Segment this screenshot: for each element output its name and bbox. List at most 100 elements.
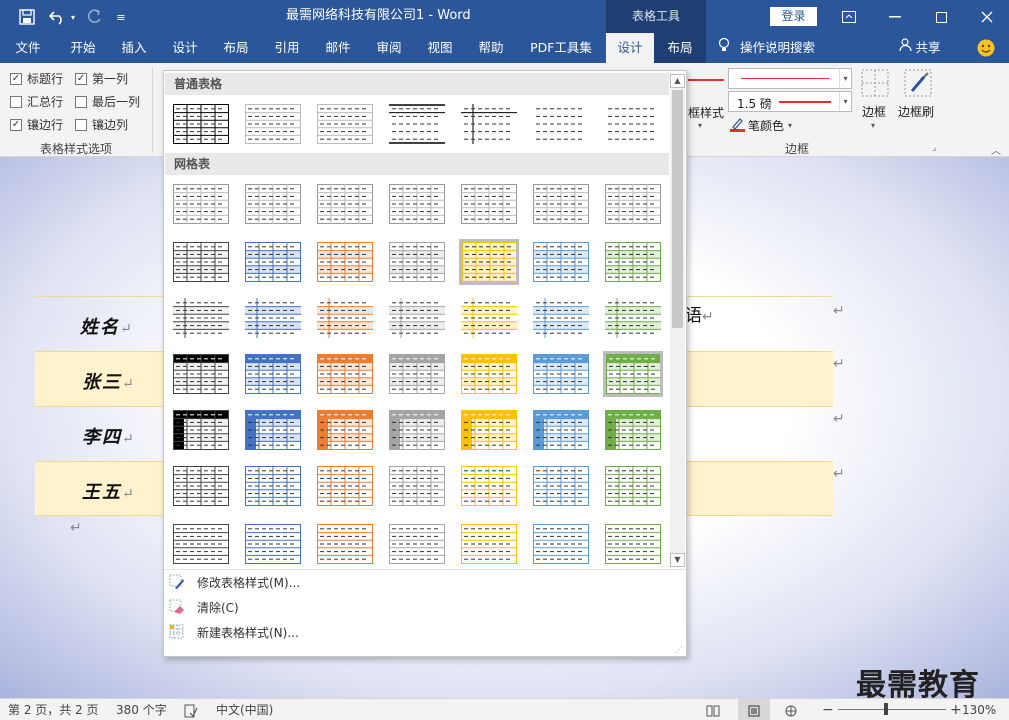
table-style-option[interactable] xyxy=(171,407,231,453)
share-button[interactable]: 共享 xyxy=(893,33,947,63)
table-style-option[interactable] xyxy=(171,463,231,509)
table-style-option[interactable] xyxy=(171,239,231,285)
option-header-row[interactable]: ✓ 标题行 xyxy=(10,70,63,87)
table-style-option[interactable] xyxy=(459,101,519,147)
table-style-option[interactable] xyxy=(243,101,303,147)
table-style-option[interactable] xyxy=(315,239,375,285)
resize-grip-icon[interactable]: ⋰ xyxy=(675,645,683,654)
option-total-row[interactable]: 汇总行 xyxy=(10,93,63,110)
table-style-option[interactable] xyxy=(531,407,591,453)
table-style-option[interactable] xyxy=(603,351,663,397)
table-style-option[interactable] xyxy=(603,463,663,509)
table-style-option[interactable] xyxy=(531,521,591,567)
table-style-option[interactable] xyxy=(243,521,303,567)
option-first-column[interactable]: ✓ 第一列 xyxy=(75,70,128,87)
web-layout-icon[interactable] xyxy=(784,699,798,720)
tab-design[interactable]: 设计 xyxy=(162,33,208,63)
border-styles-button[interactable]: 框样式 ▾ xyxy=(688,71,724,131)
table-style-option[interactable] xyxy=(459,351,519,397)
tell-me-search[interactable]: 操作说明搜索 xyxy=(718,33,828,63)
maximize-icon[interactable] xyxy=(930,6,952,28)
table-style-option[interactable] xyxy=(243,181,303,227)
zoom-out-icon[interactable]: − xyxy=(822,699,834,720)
save-icon[interactable] xyxy=(16,6,38,28)
table-style-option[interactable] xyxy=(243,407,303,453)
table-style-option[interactable] xyxy=(531,101,591,147)
close-icon[interactable] xyxy=(976,6,998,28)
redo-icon[interactable] xyxy=(83,6,105,28)
table-style-option[interactable] xyxy=(603,239,663,285)
table-style-option[interactable] xyxy=(243,239,303,285)
name-cell[interactable]: 王五↵ xyxy=(82,478,136,504)
tab-home[interactable]: 开始 xyxy=(60,33,106,63)
table-style-option[interactable] xyxy=(387,295,447,341)
name-cell[interactable]: 张三↵ xyxy=(82,368,136,394)
table-style-option[interactable] xyxy=(387,521,447,567)
table-style-option[interactable] xyxy=(243,463,303,509)
page-count[interactable]: 第 2 页，共 2 页 xyxy=(8,699,99,720)
read-mode-icon[interactable] xyxy=(706,699,720,720)
scroll-up-icon[interactable]: ▲ xyxy=(670,74,685,88)
table-style-option[interactable] xyxy=(459,181,519,227)
table-style-option[interactable] xyxy=(603,407,663,453)
table-style-option[interactable] xyxy=(315,521,375,567)
undo-dropdown-icon[interactable]: ▾ xyxy=(68,10,78,24)
table-style-option[interactable] xyxy=(315,181,375,227)
table-style-option[interactable] xyxy=(459,407,519,453)
name-cell[interactable]: 李四↵ xyxy=(82,423,136,449)
language-indicator[interactable]: 中文(中国) xyxy=(216,699,273,720)
zoom-in-icon[interactable]: + xyxy=(950,699,962,720)
table-style-option[interactable] xyxy=(243,295,303,341)
zoom-slider[interactable] xyxy=(838,703,946,715)
table-style-option[interactable] xyxy=(603,521,663,567)
scroll-down-icon[interactable]: ▼ xyxy=(670,553,685,567)
tab-references[interactable]: 引用 xyxy=(264,33,310,63)
table-style-option[interactable] xyxy=(315,295,375,341)
borders-button[interactable]: 边框 ▾ xyxy=(858,69,892,135)
tab-table-layout[interactable]: 布局 xyxy=(654,33,706,63)
line-style-select[interactable]: ▾ xyxy=(728,68,852,89)
table-style-option[interactable] xyxy=(387,351,447,397)
table-style-option[interactable] xyxy=(387,239,447,285)
option-banded-rows[interactable]: ✓ 镶边行 xyxy=(10,116,63,133)
table-style-option[interactable] xyxy=(603,295,663,341)
tab-help[interactable]: 帮助 xyxy=(468,33,514,63)
table-style-option[interactable] xyxy=(315,463,375,509)
dialog-launcher-icon[interactable]: ⌟ xyxy=(932,143,936,153)
table-style-option[interactable] xyxy=(531,463,591,509)
tab-review[interactable]: 审阅 xyxy=(366,33,412,63)
table-style-option[interactable] xyxy=(171,351,231,397)
table-style-option[interactable] xyxy=(171,101,231,147)
table-style-option[interactable] xyxy=(387,181,447,227)
table-style-option[interactable] xyxy=(171,181,231,227)
table-style-option[interactable] xyxy=(387,463,447,509)
table-style-option[interactable] xyxy=(603,181,663,227)
table-style-option[interactable] xyxy=(243,351,303,397)
new-table-style-menu-item[interactable]: 新建表格样式(N)... xyxy=(169,621,299,643)
modify-table-style-menu-item[interactable]: 修改表格样式(M)... xyxy=(169,571,300,593)
collapse-ribbon-icon[interactable]: ︿ xyxy=(991,142,1001,157)
scroll-thumb[interactable] xyxy=(672,90,683,328)
tab-insert[interactable]: 插入 xyxy=(111,33,157,63)
table-style-option[interactable] xyxy=(315,101,375,147)
table-style-option[interactable] xyxy=(315,407,375,453)
table-style-option[interactable] xyxy=(171,521,231,567)
table-style-option[interactable] xyxy=(387,407,447,453)
tab-file[interactable]: 文件 xyxy=(5,33,51,63)
border-painter-button[interactable]: 边框刷 xyxy=(896,69,940,129)
smiley-feedback-icon[interactable] xyxy=(976,38,996,58)
tab-view[interactable]: 视图 xyxy=(417,33,463,63)
right-cell-text[interactable]: 语↵ xyxy=(685,301,714,326)
table-style-option[interactable] xyxy=(459,521,519,567)
gallery-scrollbar[interactable]: ▲ ▼ xyxy=(670,74,685,567)
option-banded-columns[interactable]: 镶边列 xyxy=(75,116,128,133)
table-styles-gallery[interactable]: 普通表格 网格表 ▲ ▼ 修改表格样式(M)... 清除(C) 新建表格样式(N… xyxy=(163,70,687,657)
table-style-option[interactable] xyxy=(459,239,519,285)
table-style-option[interactable] xyxy=(531,239,591,285)
ribbon-display-options-icon[interactable] xyxy=(838,6,860,28)
print-layout-icon[interactable] xyxy=(738,699,770,720)
table-style-option[interactable] xyxy=(531,295,591,341)
table-style-option[interactable] xyxy=(459,295,519,341)
clear-menu-item[interactable]: 清除(C) xyxy=(169,596,239,618)
pen-weight-select[interactable]: 1.5 磅 ▾ xyxy=(728,91,852,112)
